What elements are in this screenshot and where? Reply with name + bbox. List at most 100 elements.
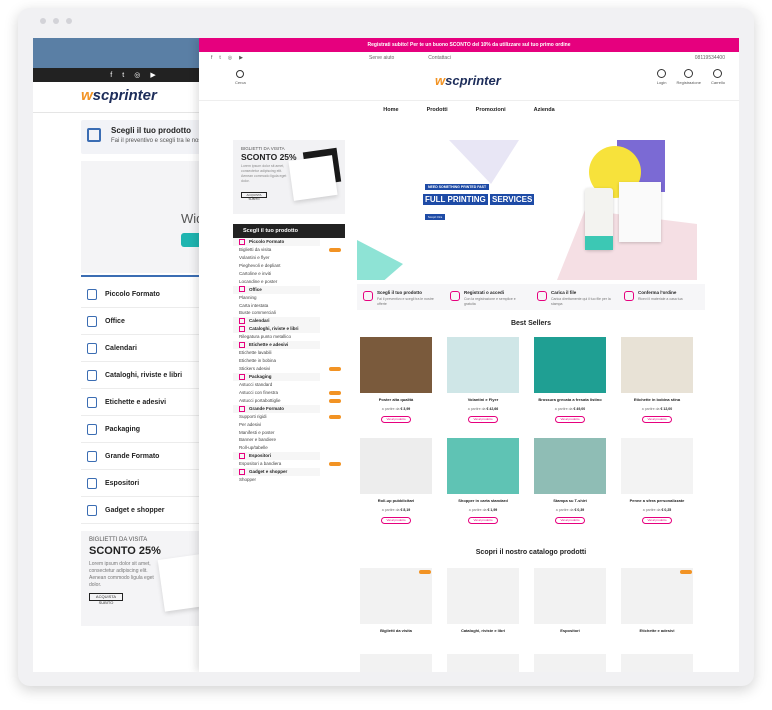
sidebar-item-label: Planning (239, 294, 257, 300)
register-button[interactable]: Registrazione (677, 69, 701, 85)
back-logo[interactable]: wscprinter (81, 87, 157, 104)
promo-banner[interactable]: Registrati subito! Per te un buono SCONT… (199, 38, 739, 52)
hero-banner[interactable]: NEED SOMETHING PRINTED FAST FULL PRINTIN… (357, 140, 705, 280)
logo[interactable]: wscprinter (435, 73, 501, 88)
sidebar-item[interactable]: Stickers adesivi (233, 365, 345, 373)
product-button[interactable]: Vai al prodotto (555, 517, 585, 524)
sidebar-item-label: Roll-up/tabelle (239, 445, 268, 451)
sidebar-category[interactable]: Piccolo Formato (233, 238, 320, 246)
sidebar-item[interactable]: Etichette lavabili (233, 349, 345, 357)
product-button[interactable]: Vai al prodotto (468, 517, 498, 524)
sidebar-list: Piccolo Formato Biglietti da visita Volant… (233, 238, 345, 484)
sidebar-category[interactable]: Cataloghi, riviste e libri (233, 325, 320, 334)
sidebar-category[interactable]: Grande Formato (233, 404, 320, 413)
new-badge (419, 570, 431, 574)
catalog-card[interactable] (531, 654, 618, 672)
product-card[interactable]: Stampa su T-shirt a partire da € 0,39 Vai … (531, 438, 618, 539)
sidebar-item[interactable]: Manifesti e poster (233, 429, 345, 437)
product-name: Roll-up pubblicitari (377, 498, 415, 503)
catalog-card[interactable] (618, 654, 705, 672)
sidebar-item[interactable]: Astucci con finestra (233, 389, 345, 397)
sidebar-promo[interactable]: BIGLIETTI DA VISITA SCONTO 25% Lorem ips… (233, 140, 345, 214)
sidebar-category[interactable]: Packaging (233, 372, 320, 381)
catalog-card[interactable] (444, 654, 531, 672)
hero-button[interactable]: Scopri Ora (425, 214, 445, 220)
sidebar-item-label: Astucci standard (239, 381, 273, 387)
product-card[interactable]: Brossura grecata a fresata listino a part… (531, 337, 618, 438)
sidebar-category[interactable]: Espositori (233, 452, 320, 461)
step-title: Conferma l'ordine (638, 290, 677, 295)
sidebar-item-label: Espositori a bandiera (239, 461, 282, 467)
product-button[interactable]: Vai al prodotto (642, 416, 672, 423)
sidebar-item-label: Carta intestata (239, 302, 269, 308)
sidebar-item[interactable]: Biglietti da visita (233, 246, 345, 254)
product-button[interactable]: Vai al prodotto (642, 517, 672, 524)
contact-link[interactable]: Contattaci (428, 55, 451, 61)
nav-item[interactable]: Prodotti (427, 107, 448, 113)
sidebar-item[interactable]: Carta intestata (233, 302, 345, 310)
sidebar-item[interactable]: Banner e bandiere (233, 436, 345, 444)
sidebar-item[interactable]: Shopper (233, 476, 345, 484)
youtube-icon[interactable]: ▶ (239, 55, 243, 61)
sidebar-item[interactable]: Astucci portabottiglie (233, 397, 345, 405)
cart-button[interactable]: Carrello (711, 69, 725, 85)
catalog-name: Cataloghi, riviste e libri (460, 628, 505, 633)
product-card[interactable]: Etichette in bobina stina a partire da € … (618, 337, 705, 438)
product-button[interactable]: Vai al prodotto (555, 416, 585, 423)
product-image (621, 438, 693, 494)
sidebar-category[interactable]: Gadget e shopper (233, 468, 320, 477)
nav-item[interactable]: Home (383, 107, 398, 113)
ad-button[interactable]: ACQUISTA SUBITO (89, 593, 123, 605)
step-item: Scegli il tuo prodotto Fai il preventivo … (357, 284, 444, 310)
sidebar-item[interactable]: Cartoline e inviti (233, 270, 345, 278)
help-link[interactable]: Serve aiuto (369, 55, 394, 61)
twitter-icon[interactable]: t (219, 55, 220, 61)
product-card[interactable]: Poster alta qualità a partire da € 3,99 Va… (357, 337, 444, 438)
sidebar-item[interactable]: Locandine e poster (233, 278, 345, 286)
product-card[interactable]: Roll-up pubblicitari a partire da € 8,19 V… (357, 438, 444, 539)
product-button[interactable]: Vai al prodotto (468, 416, 498, 423)
product-card[interactable]: Penne a sfera personalizzate a partire da… (618, 438, 705, 539)
ad-kicker: BIGLIETTI DA VISITA (89, 537, 148, 543)
sidebar-category[interactable]: Calendari (233, 317, 320, 326)
catalog-card[interactable] (357, 654, 444, 672)
product-price: a partire da € 12,00 (641, 407, 673, 411)
catalog-card[interactable]: Etichette e adesivi (618, 568, 705, 648)
sidebar-item[interactable]: Rilegatura punto metallico (233, 333, 345, 341)
sidebar-item[interactable]: Pieghevoli e depliant (233, 262, 345, 270)
sidebar-category[interactable]: Etichette e adesivi (233, 341, 320, 350)
product-grid: Poster alta qualità a partire da € 3,99 Va… (357, 337, 705, 539)
search-button[interactable]: Cerca (235, 70, 246, 85)
sidebar-item-label: Espositori (249, 453, 272, 459)
sidebar-item[interactable]: Astucci standard (233, 381, 345, 389)
catalog-name: Biglietti da visita (380, 628, 412, 633)
sidebar-item[interactable]: Etichette in bobina (233, 357, 345, 365)
product-name: Brossura grecata a fresata listino (538, 397, 602, 402)
sidebar-item[interactable]: Volantini e flyer (233, 254, 345, 262)
product-card[interactable]: Shopper in carta standard a partire da € … (444, 438, 531, 539)
instagram-icon[interactable]: ◎ (228, 55, 232, 61)
product-button[interactable]: Vai al prodotto (381, 416, 411, 423)
sidebar-category[interactable]: Office (233, 285, 320, 294)
sidebar-item[interactable]: Espositori a bandiera (233, 460, 345, 468)
catalog-card[interactable]: Biglietti da visita (357, 568, 444, 648)
product-card[interactable]: Volantini e Flyer a partire da € 42,66 Vai… (444, 337, 531, 438)
catalog-card[interactable]: Cataloghi, riviste e libri (444, 568, 531, 648)
facebook-icon[interactable]: f (211, 55, 212, 61)
sidebar-item[interactable]: Planning (233, 294, 345, 302)
product-button[interactable]: Vai al prodotto (381, 517, 411, 524)
login-button[interactable]: Login (657, 69, 667, 85)
steps-bar: Scegli il tuo prodotto Fai il preventivo … (357, 284, 705, 310)
sidebar-item[interactable]: Buste commerciali (233, 309, 345, 317)
nav-item[interactable]: Promozioni (476, 107, 506, 113)
catalog-card[interactable]: Espositori (531, 568, 618, 648)
sidebar-item-label: Grande Formato (249, 405, 285, 411)
promo-button[interactable]: ACQUISTA SUBITO (241, 192, 267, 201)
sidebar-item-label: Astucci portabottiglie (239, 397, 281, 403)
sidebar-item[interactable]: Supporti rigidi (233, 413, 345, 421)
catalog-image (447, 568, 519, 624)
nav-item[interactable]: Azienda (534, 107, 555, 113)
sidebar-item[interactable]: Roll-up/tabelle (233, 444, 345, 452)
sidebar-item[interactable]: Per adesivi (233, 421, 345, 429)
sidebar-item-label: Piccolo Formato (249, 239, 285, 244)
